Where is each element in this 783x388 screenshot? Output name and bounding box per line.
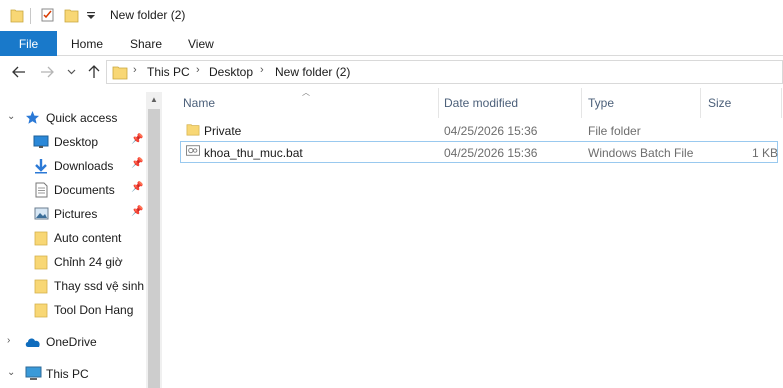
up-arrow-icon[interactable] bbox=[87, 64, 101, 79]
column-divider[interactable] bbox=[700, 88, 701, 118]
sidebar-item-label: Tool Don Hang bbox=[54, 303, 134, 317]
breadcrumb-desktop[interactable]: Desktop bbox=[209, 65, 253, 79]
sidebar-item-chinh-24-gio[interactable]: Chỉnh 24 giờ bbox=[0, 251, 146, 273]
documents-icon bbox=[35, 182, 48, 198]
file-size: 1 KB bbox=[752, 146, 779, 160]
folder-icon bbox=[34, 255, 48, 270]
column-header-name[interactable]: Name bbox=[183, 96, 215, 110]
sidebar-item-label: Thay ssd vệ sinh l bbox=[54, 279, 146, 293]
chevron-right-icon[interactable]: › bbox=[260, 64, 264, 76]
file-date: 04/25/2026 15:36 bbox=[444, 124, 538, 138]
title-bar: New folder (2) bbox=[0, 0, 783, 31]
folder-icon bbox=[34, 231, 48, 246]
tab-view[interactable]: View bbox=[188, 31, 214, 56]
download-icon bbox=[35, 159, 47, 174]
file-type: File folder bbox=[588, 124, 641, 138]
tab-file[interactable]: File bbox=[0, 31, 57, 56]
sidebar-item-desktop[interactable]: Desktop 📌 bbox=[0, 131, 146, 153]
chevron-right-icon[interactable]: › bbox=[133, 64, 137, 76]
forward-arrow-icon[interactable] bbox=[40, 66, 54, 78]
cloud-icon bbox=[25, 338, 40, 347]
folder-icon[interactable] bbox=[10, 7, 24, 23]
new-folder-icon[interactable] bbox=[64, 7, 80, 23]
pin-icon: 📌 bbox=[131, 134, 144, 145]
sidebar-item-label: This PC bbox=[46, 367, 89, 381]
properties-icon[interactable] bbox=[40, 7, 56, 23]
sidebar-item-tool-don-hang[interactable]: Tool Don Hang bbox=[0, 299, 146, 321]
sidebar-item-pictures[interactable]: Pictures 📌 bbox=[0, 203, 146, 225]
scrollbar-thumb[interactable] bbox=[148, 109, 160, 388]
breadcrumb-this-pc[interactable]: This PC bbox=[147, 65, 190, 79]
table-row[interactable]: khoa_thu_muc.bat 04/25/2026 15:36 Window… bbox=[180, 141, 778, 163]
chevron-down-icon[interactable]: ⌄ bbox=[7, 111, 15, 122]
file-name: khoa_thu_muc.bat bbox=[204, 146, 303, 160]
folder-icon bbox=[112, 66, 128, 80]
sidebar-item-documents[interactable]: Documents 📌 bbox=[0, 179, 146, 201]
sidebar-item-label: Auto content bbox=[54, 231, 122, 245]
column-header-type[interactable]: Type bbox=[588, 96, 614, 110]
column-header-date-modified[interactable]: Date modified bbox=[444, 96, 518, 110]
pictures-icon bbox=[34, 207, 49, 220]
batch-file-icon bbox=[186, 145, 200, 156]
address-bar[interactable]: › This PC › Desktop › New folder (2) bbox=[106, 60, 783, 84]
table-row[interactable]: Private 04/25/2026 15:36 File folder bbox=[180, 120, 778, 142]
column-header-size[interactable]: Size bbox=[708, 96, 731, 110]
sidebar-item-label: Desktop bbox=[54, 135, 99, 149]
chevron-right-icon[interactable]: › bbox=[196, 64, 200, 76]
column-divider[interactable] bbox=[581, 88, 582, 118]
sidebar-item-label: Quick access bbox=[46, 111, 118, 125]
navigation-pane-scrollbar[interactable]: ▲ bbox=[146, 92, 162, 388]
tab-share[interactable]: Share bbox=[130, 31, 162, 56]
back-arrow-icon[interactable] bbox=[12, 66, 26, 78]
tab-home[interactable]: Home bbox=[71, 31, 103, 56]
sidebar-item-label: Chỉnh 24 giờ bbox=[54, 255, 123, 269]
column-divider[interactable] bbox=[781, 88, 782, 118]
breadcrumb-current-folder[interactable]: New folder (2) bbox=[275, 65, 350, 79]
sidebar-item-thay-ssd[interactable]: Thay ssd vệ sinh l bbox=[0, 275, 146, 297]
sidebar-item-label: Documents bbox=[54, 183, 115, 197]
chevron-down-icon[interactable]: ⌄ bbox=[7, 367, 15, 378]
folder-icon bbox=[186, 124, 200, 136]
sidebar-item-downloads[interactable]: Downloads 📌 bbox=[0, 155, 146, 177]
sidebar-item-auto-content[interactable]: Auto content bbox=[0, 227, 146, 249]
file-list: ︿ Name Date modified Type Size Private 0… bbox=[163, 88, 783, 388]
column-divider[interactable] bbox=[438, 88, 439, 118]
sidebar-item-this-pc[interactable]: ⌄ This PC bbox=[0, 363, 146, 385]
star-icon bbox=[26, 111, 39, 124]
folder-icon bbox=[34, 279, 48, 294]
file-type: Windows Batch File bbox=[588, 146, 694, 160]
sidebar-item-label: OneDrive bbox=[46, 335, 97, 349]
sidebar-item-label: Downloads bbox=[54, 159, 114, 173]
chevron-right-icon[interactable]: › bbox=[7, 335, 10, 346]
sort-ascending-icon: ︿ bbox=[302, 88, 310, 97]
sidebar-item-onedrive[interactable]: › OneDrive bbox=[0, 331, 146, 353]
separator bbox=[30, 8, 31, 24]
computer-icon bbox=[25, 366, 42, 380]
folder-icon bbox=[34, 303, 48, 318]
file-date: 04/25/2026 15:36 bbox=[444, 146, 538, 160]
recent-locations-chevron-icon[interactable] bbox=[67, 68, 76, 76]
pin-icon: 📌 bbox=[131, 158, 144, 169]
navigation-pane: ⌄ Quick access Desktop 📌 Downloads 📌 Doc… bbox=[0, 92, 162, 388]
file-name: Private bbox=[204, 124, 242, 138]
sidebar-item-label: Pictures bbox=[54, 207, 98, 221]
pin-icon: 📌 bbox=[131, 182, 144, 193]
desktop-icon bbox=[33, 135, 49, 148]
ribbon: File Home Share View bbox=[0, 31, 783, 56]
customize-toolbar-icon[interactable] bbox=[86, 11, 96, 21]
scroll-up-arrow-icon[interactable]: ▲ bbox=[146, 92, 162, 108]
sidebar-item-quick-access[interactable]: ⌄ Quick access bbox=[0, 107, 146, 129]
pin-icon: 📌 bbox=[131, 206, 144, 217]
window-title: New folder (2) bbox=[110, 8, 186, 22]
